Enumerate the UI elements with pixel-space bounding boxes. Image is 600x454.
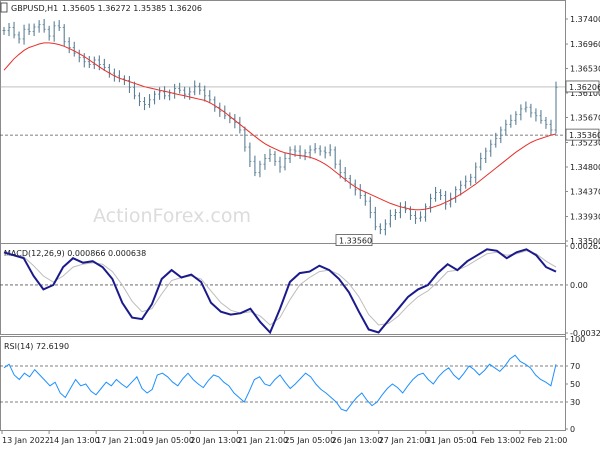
price-bars — [2, 19, 558, 236]
price-tick-label: 1.34800 — [570, 163, 600, 172]
x-tick-label: 27 Jan 21:00 — [379, 436, 430, 445]
pane-toggle-icon[interactable] — [0, 2, 8, 13]
level-label: 1.35360 — [569, 131, 600, 140]
x-tick-label: 26 Jan 13:00 — [332, 436, 383, 445]
rsi-tick-label: 50 — [570, 380, 580, 389]
price-level-lines — [0, 86, 565, 136]
chart-canvas: ActionForex.com GBPUSD,H1 1.35605 1.3627… — [0, 0, 600, 445]
x-tick-label: 31 Jan 05:00 — [426, 436, 477, 445]
macd-tick-label: 0.00 — [570, 281, 588, 290]
price-tick-label: 1.36530 — [570, 65, 600, 74]
macd-tick-label: 0.002624 — [570, 242, 600, 251]
price-tick-label: 1.34370 — [570, 187, 600, 196]
x-tick-label: 21 Jan 21:00 — [237, 436, 288, 445]
x-tick-label: 2 Feb 21:00 — [520, 436, 567, 445]
rsi-tick-label: 30 — [570, 398, 580, 407]
last-price-label: 1.36206 — [569, 83, 600, 92]
watermark: ActionForex.com — [93, 205, 251, 227]
macd-label: MACD(12,26,9) 0.000866 0.000638 — [4, 249, 146, 258]
x-tick-label: 13 Jan 2022 — [2, 436, 50, 445]
x-tick-label: 25 Jan 05:00 — [285, 436, 336, 445]
price-pane-frame — [0, 0, 566, 244]
ohlc-values: 1.35605 1.36272 1.35385 1.36206 — [62, 4, 202, 13]
rsi-label: RSI(14) 72.6190 — [4, 342, 69, 351]
macd-y-axis: 0.0026240.00-0.003237 — [565, 242, 600, 338]
rsi-tick-label: 70 — [570, 362, 580, 371]
moving-average-line — [3, 42, 557, 211]
x-tick-label: 17 Jan 21:00 — [96, 436, 147, 445]
rsi-tick-label: 100 — [570, 335, 585, 344]
x-tick-label: 1 Feb 13:00 — [473, 436, 520, 445]
x-tick-label: 20 Jan 13:00 — [190, 436, 241, 445]
price-tick-label: 1.37400 — [570, 15, 600, 24]
price-tick-label: 1.35670 — [570, 113, 600, 122]
price-tick-label: 1.36960 — [570, 40, 600, 49]
x-tick-label: 14 Jan 13:00 — [49, 436, 100, 445]
rsi-y-axis: 100 70 50 30 0 — [565, 335, 585, 434]
price-tick-label: 1.33930 — [570, 213, 600, 222]
x-tick-label: 19 Jan 05:00 — [143, 436, 194, 445]
symbol-label: GBPUSD,H1 — [11, 4, 58, 13]
low-label: 1.33560 — [339, 237, 372, 246]
time-axis: 13 Jan 2022 14 Jan 13:0017 Jan 21:0019 Ja… — [1, 431, 567, 445]
rsi-line — [3, 354, 557, 412]
chart-area: ActionForex.com GBPUSD,H1 1.35605 1.3627… — [0, 0, 600, 450]
rsi-pane-frame — [0, 336, 566, 431]
rsi-tick-label: 0 — [570, 425, 575, 434]
